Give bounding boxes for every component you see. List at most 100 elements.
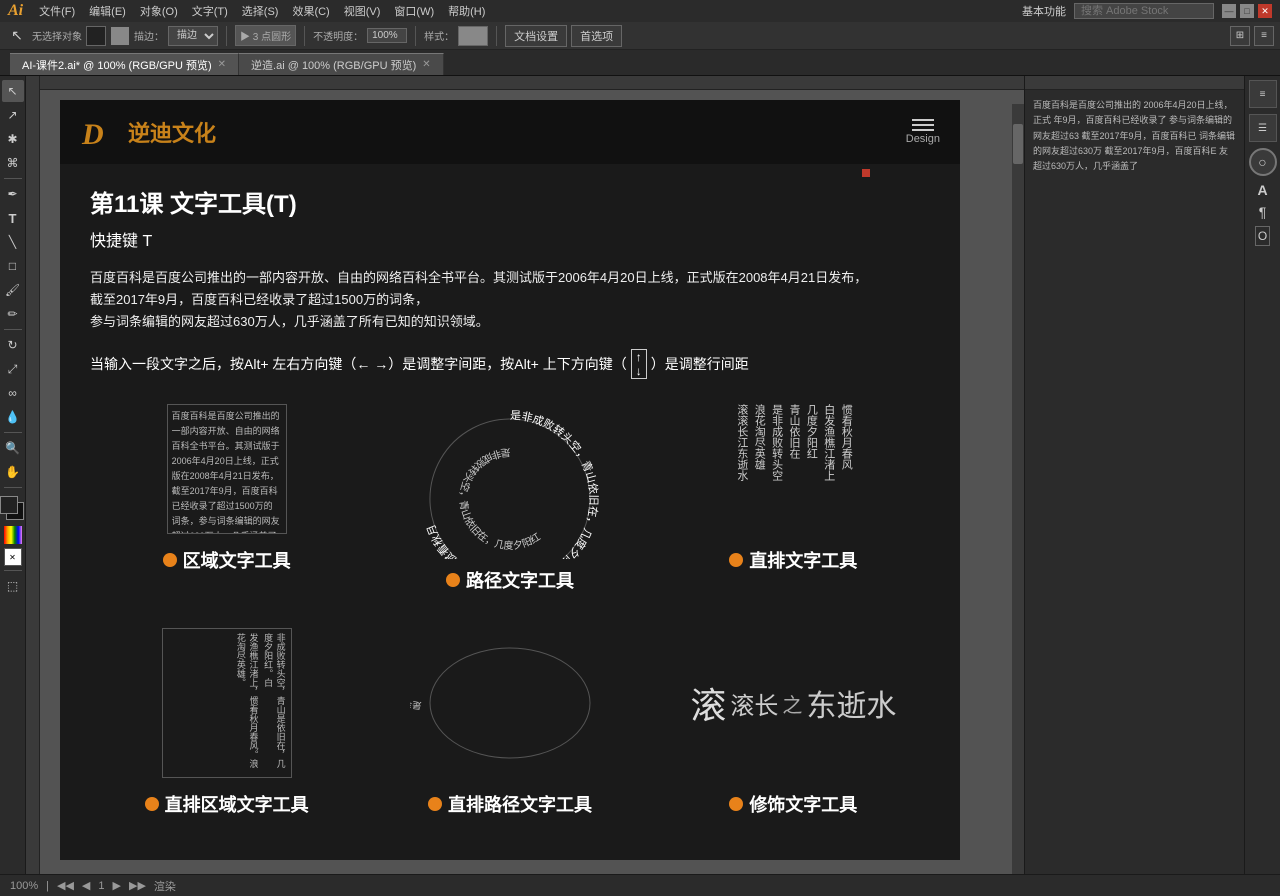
- menu-view[interactable]: 视图(V): [338, 1, 387, 21]
- examples-row-2: 非成败转头空，青山是依旧在，几度夕阳红。白 发渔樵江渚上，惯看秋月春风。浪花淘尽…: [90, 623, 930, 817]
- app-logo: Ai: [8, 2, 23, 20]
- zoom-tool[interactable]: 🔍: [2, 437, 24, 459]
- menu-help[interactable]: 帮助(H): [442, 1, 491, 21]
- rotate-tool[interactable]: ↻: [2, 334, 24, 356]
- area-text-box: 百度百科是百度公司推出的一部内容开放、自由的网络百科全书平台。其测试版于2006…: [167, 404, 287, 534]
- tool-separator-5: [4, 570, 22, 571]
- ruler-top: [26, 76, 1024, 90]
- select-tool[interactable]: ↖: [2, 80, 24, 102]
- selection-tool[interactable]: ↖: [6, 25, 28, 47]
- canvas-scroll-area[interactable]: D 逆迪文化 Design: [26, 90, 1024, 874]
- tab-close-2[interactable]: ✕: [422, 59, 430, 70]
- text-tool[interactable]: T: [2, 207, 24, 229]
- main-layout: ↖ ↗ ✱ ⌘ ✒ T ╲ □ 🖌 ✏ ↻ ⤢ ∞ 💧 🔍 ✋ ✕ ⬚: [0, 76, 1280, 874]
- none-fill: ✕: [4, 548, 22, 566]
- maximize-button[interactable]: □: [1240, 4, 1254, 18]
- hamburger-icon[interactable]: [912, 119, 934, 131]
- line-tool[interactable]: ╲: [2, 231, 24, 253]
- panel-O-btn[interactable]: O: [1255, 226, 1270, 246]
- close-button[interactable]: ✕: [1258, 4, 1272, 18]
- area-text-label: 区域文字工具: [163, 547, 291, 573]
- layout-toggle[interactable]: ⊞: [1230, 26, 1250, 46]
- menu-bar: Ai 文件(F) 编辑(E) 对象(O) 文字(T) 选择(S) 效果(C) 视…: [0, 0, 1280, 22]
- lasso-tool[interactable]: ⌘: [2, 152, 24, 174]
- color-selector[interactable]: [0, 496, 26, 522]
- menu-window[interactable]: 窗口(W): [388, 1, 440, 21]
- stroke-select[interactable]: 描边: [168, 26, 218, 46]
- panel-list-btn[interactable]: ☰: [1249, 114, 1277, 142]
- nav-first-btn[interactable]: ◀◀: [57, 879, 74, 892]
- menu-effect[interactable]: 效果(C): [286, 1, 335, 21]
- color-box[interactable]: [86, 26, 106, 46]
- menu-file[interactable]: 文件(F): [33, 1, 81, 21]
- panel-A-btn[interactable]: A: [1257, 182, 1267, 198]
- sep2: [304, 26, 305, 46]
- vertical-path-label: 直排路径文字工具: [428, 791, 592, 817]
- doc-header: D 逆迪文化 Design: [60, 100, 960, 164]
- scrollbar-right[interactable]: [1012, 104, 1024, 874]
- sep4: [496, 26, 497, 46]
- dot-orange-3: [729, 553, 743, 567]
- desc-text: 百度百科是百度公司推出的一部内容开放、自由的网络百科全书平台。其测试版于2006…: [90, 267, 930, 333]
- scale-tool[interactable]: ⤢: [2, 358, 24, 380]
- eyedropper-tool[interactable]: 💧: [2, 406, 24, 428]
- pencil-tool[interactable]: ✏: [2, 303, 24, 325]
- brush-tool[interactable]: 🖌: [2, 279, 24, 301]
- panel-toggle[interactable]: ≡: [1254, 26, 1274, 46]
- hand-tool[interactable]: ✋: [2, 461, 24, 483]
- pen-tool[interactable]: ✒: [2, 183, 24, 205]
- svg-text:是非成败转头空，青山依旧在，几度夕阳红: 是非成败转头空，青山依旧在，几度夕阳红: [457, 446, 543, 552]
- preferences-button[interactable]: 首选项: [571, 25, 622, 47]
- artboard-tool[interactable]: ⬚: [2, 575, 24, 597]
- panel-para-btn[interactable]: ¶: [1259, 204, 1267, 220]
- fill-color-box: [0, 496, 18, 514]
- menu-object[interactable]: 对象(O): [134, 1, 184, 21]
- svg-text:是非成败转头空，青山依旧在，几度夕阳红。白发渔樵江渚上，惯看: 是非成败转头空，青山依旧在，几度夕阳红。白发渔樵江渚上，惯看秋月: [425, 409, 600, 559]
- menu-right: 基本功能 — □ ✕: [1022, 3, 1272, 19]
- tab-close-1[interactable]: ✕: [218, 59, 226, 70]
- arrow-vertical-indicator: ↑ ↓: [631, 349, 647, 379]
- tool-separator-1: [4, 178, 22, 179]
- vertical-area-label: 直排区域文字工具: [145, 791, 309, 817]
- opacity-input[interactable]: [367, 28, 407, 43]
- vertical-area-content: 非成败转头空，青山是依旧在，几度夕阳红。白 发渔樵江渚上，惯看秋月春风。浪花淘尽…: [90, 623, 363, 783]
- panel-collapse-btn[interactable]: ≡: [1249, 80, 1277, 108]
- menu-select[interactable]: 选择(S): [236, 1, 285, 21]
- status-render: 渲染: [154, 878, 176, 894]
- canvas-area: D 逆迪文化 Design: [26, 76, 1024, 874]
- stroke-color[interactable]: [110, 26, 130, 46]
- dot-orange-2: [446, 573, 460, 587]
- nav-last-btn[interactable]: ▶▶: [129, 879, 146, 892]
- menu-text[interactable]: 文字(T): [186, 1, 234, 21]
- menu-edit[interactable]: 编辑(E): [83, 1, 132, 21]
- toolbar: ↖ 无选择对象 描边： 描边 ▶ 3 点圆形 不透明度： 样式： 文档设置 首选…: [0, 22, 1280, 50]
- direct-select-tool[interactable]: ↗: [2, 104, 24, 126]
- dot-orange-4: [145, 797, 159, 811]
- no-select-label: 无选择对象: [32, 28, 82, 43]
- nav-next-btn[interactable]: ▶: [113, 879, 121, 892]
- magic-wand-tool[interactable]: ✱: [2, 128, 24, 150]
- right-panel-ruler: [1025, 76, 1244, 90]
- vertical-area-example: 非成败转头空，青山是依旧在，几度夕阳红。白 发渔樵江渚上，惯看秋月春风。浪花淘尽…: [90, 623, 363, 817]
- rect-tool[interactable]: □: [2, 255, 24, 277]
- right-text-preview: 百度百科是百度公司推出的 2006年4月20日上线，正式 年9月，百度百科已经收…: [1025, 90, 1244, 874]
- opacity-label: 不透明度：: [313, 28, 363, 43]
- tab-ai-lesson[interactable]: AI-课件2.ai* @ 100% (RGB/GPU 预览) ✕: [10, 53, 239, 75]
- blend-tool[interactable]: ∞: [2, 382, 24, 404]
- path-text-example: 是非成败转头空，青山依旧在，几度夕阳红。白发渔樵江渚上，惯看秋月 是非成败转头空…: [373, 399, 646, 593]
- minimize-button[interactable]: —: [1222, 4, 1236, 18]
- doc-body: 第11课 文字工具(T) 快捷键 T 百度百科是百度公司推出的一部内容开放、自由…: [60, 164, 960, 847]
- basic-function-btn[interactable]: 基本功能: [1022, 3, 1066, 19]
- svg-text:D: D: [81, 118, 104, 151]
- panel-circle-btn[interactable]: ○: [1249, 148, 1277, 176]
- dot-orange-1: [163, 553, 177, 567]
- scrollbar-thumb: [1013, 124, 1023, 164]
- vertical-text-box: 滚滚长江东逝水 浪花淘尽英雄 是非成败转头空 青山依旧在 几度夕阳红 白发渔樵江…: [733, 404, 853, 534]
- tab-nidi[interactable]: 逆造.ai @ 100% (RGB/GPU 预览) ✕: [239, 53, 444, 75]
- doc-settings-button[interactable]: 文档设置: [505, 25, 567, 47]
- adobe-stock-search[interactable]: [1074, 3, 1214, 19]
- tab-bar: AI-课件2.ai* @ 100% (RGB/GPU 预览) ✕ 逆造.ai @…: [0, 50, 1280, 76]
- left-tools-panel: ↖ ↗ ✱ ⌘ ✒ T ╲ □ 🖌 ✏ ↻ ⤢ ∞ 💧 🔍 ✋ ✕ ⬚: [0, 76, 26, 874]
- logo-icon: D: [80, 112, 120, 152]
- nav-prev-btn[interactable]: ◀: [82, 879, 90, 892]
